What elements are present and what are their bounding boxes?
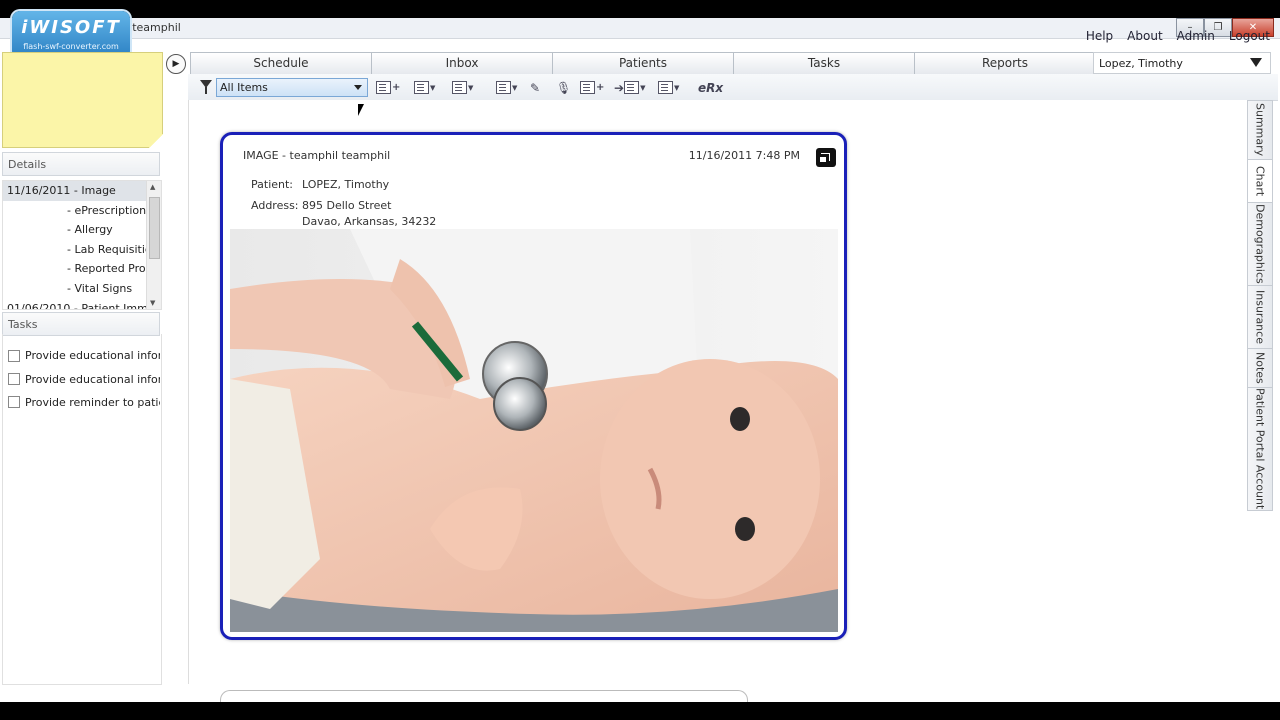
play-icon[interactable]: ▶ xyxy=(166,54,186,74)
address-line2: Davao, Arkansas, 34232 xyxy=(302,215,437,228)
address-line1: 895 Dello Street xyxy=(302,199,392,212)
import-icon[interactable]: ➔ ▼ xyxy=(614,80,645,95)
microphone-icon[interactable]: 🎙 xyxy=(556,80,571,95)
top-links: Help About Admin Logout xyxy=(1086,29,1270,43)
details-item[interactable]: - Lab Requisitic xyxy=(3,240,161,260)
side-tab-demographics[interactable]: Demographics xyxy=(1247,203,1273,286)
filter-combo[interactable]: All Items xyxy=(216,78,368,97)
task-checkbox[interactable] xyxy=(8,396,20,409)
patient-selector[interactable]: Lopez, Timothy xyxy=(1093,52,1271,74)
mouse-cursor xyxy=(358,104,364,116)
tab-inbox[interactable]: Inbox xyxy=(372,52,553,75)
side-tab-insurance[interactable]: Insurance xyxy=(1247,286,1273,349)
admin-link[interactable]: Admin xyxy=(1177,29,1215,43)
details-item[interactable]: 01/06/2010 - Patient Immu xyxy=(3,299,161,309)
tasks-header: Tasks xyxy=(2,312,160,336)
scroll-down-icon[interactable]: ▼ xyxy=(150,299,155,307)
tab-tasks[interactable]: Tasks xyxy=(734,52,915,75)
task-item[interactable]: Provide reminder to patien xyxy=(2,391,160,414)
logo-name: iWISOFT xyxy=(21,17,121,38)
add-list-icon[interactable]: ▼ xyxy=(452,80,473,95)
tab-reports[interactable]: Reports xyxy=(915,52,1096,75)
main-tabs: Schedule Inbox Patients Tasks Reports xyxy=(190,52,1096,75)
details-item[interactable]: - ePrescription xyxy=(3,201,161,221)
tab-schedule[interactable]: Schedule xyxy=(190,52,372,75)
details-scrollbar[interactable]: ▲ ▼ xyxy=(146,181,161,309)
bottom-bar xyxy=(0,702,1280,720)
filter-combo-value: All Items xyxy=(220,81,268,94)
about-link[interactable]: About xyxy=(1127,29,1162,43)
side-tabs: Summary Chart Demographics Insurance Not… xyxy=(1247,100,1273,511)
patient-selector-value: Lopez, Timothy xyxy=(1099,57,1183,70)
address-label: Address: xyxy=(251,199,299,212)
card-title: IMAGE - teamphil teamphil xyxy=(243,149,391,162)
sign-icon[interactable]: ✎ xyxy=(530,80,540,95)
task-label: Provide reminder to patien xyxy=(25,395,160,409)
sticky-note[interactable] xyxy=(2,52,163,148)
chevron-down-icon[interactable] xyxy=(354,85,362,90)
scroll-up-icon[interactable]: ▲ xyxy=(150,183,155,191)
add-document-icon[interactable]: ▼ xyxy=(414,80,435,95)
patient-photo[interactable] xyxy=(230,229,838,632)
expand-icon[interactable] xyxy=(816,148,836,167)
filter-icon[interactable] xyxy=(200,80,212,94)
add-note-icon[interactable]: + xyxy=(376,80,400,95)
chevron-down-icon[interactable] xyxy=(1250,58,1262,67)
patient-value: LOPEZ, Timothy xyxy=(302,178,390,191)
add-chart-icon[interactable]: ▼ xyxy=(496,80,517,95)
task-label: Provide educational inform xyxy=(25,372,160,386)
side-tab-chart[interactable]: Chart xyxy=(1247,160,1273,203)
side-tab-summary[interactable]: Summary xyxy=(1247,100,1273,160)
logout-link[interactable]: Logout xyxy=(1229,29,1270,43)
help-link[interactable]: Help xyxy=(1086,29,1113,43)
details-item[interactable]: - Vital Signs xyxy=(3,279,161,299)
scroll-thumb[interactable] xyxy=(149,197,160,259)
logo-sub: flash-swf-converter.com xyxy=(23,42,119,51)
patient-label: Patient: xyxy=(251,178,294,191)
card-date: 11/16/2011 7:48 PM xyxy=(688,149,800,162)
task-label: Provide educational inform xyxy=(25,349,160,363)
tasks-list: Provide educational inform Provide educa… xyxy=(2,344,160,414)
details-item[interactable]: - Reported Pro xyxy=(3,259,161,279)
details-header: Details xyxy=(2,152,160,176)
details-item[interactable]: - Allergy xyxy=(3,220,161,240)
export-icon[interactable]: ▼ xyxy=(658,80,679,95)
image-card: IMAGE - teamphil teamphil 11/16/2011 7:4… xyxy=(220,132,847,640)
side-tab-notes[interactable]: Notes xyxy=(1247,349,1273,388)
task-item[interactable]: Provide educational inform xyxy=(2,344,160,367)
erx-icon[interactable]: eRx xyxy=(698,80,723,95)
task-checkbox[interactable] xyxy=(8,373,20,386)
side-tab-patient-portal[interactable]: Patient Portal Account xyxy=(1247,388,1273,511)
add-image-icon[interactable]: + xyxy=(580,80,604,95)
task-checkbox[interactable] xyxy=(8,349,20,362)
task-item[interactable]: Provide educational inform xyxy=(2,367,160,390)
tab-patients[interactable]: Patients xyxy=(553,52,734,75)
details-item[interactable]: 11/16/2011 - Image xyxy=(3,181,161,201)
details-list: 11/16/2011 - Image - ePrescription - All… xyxy=(2,180,162,310)
